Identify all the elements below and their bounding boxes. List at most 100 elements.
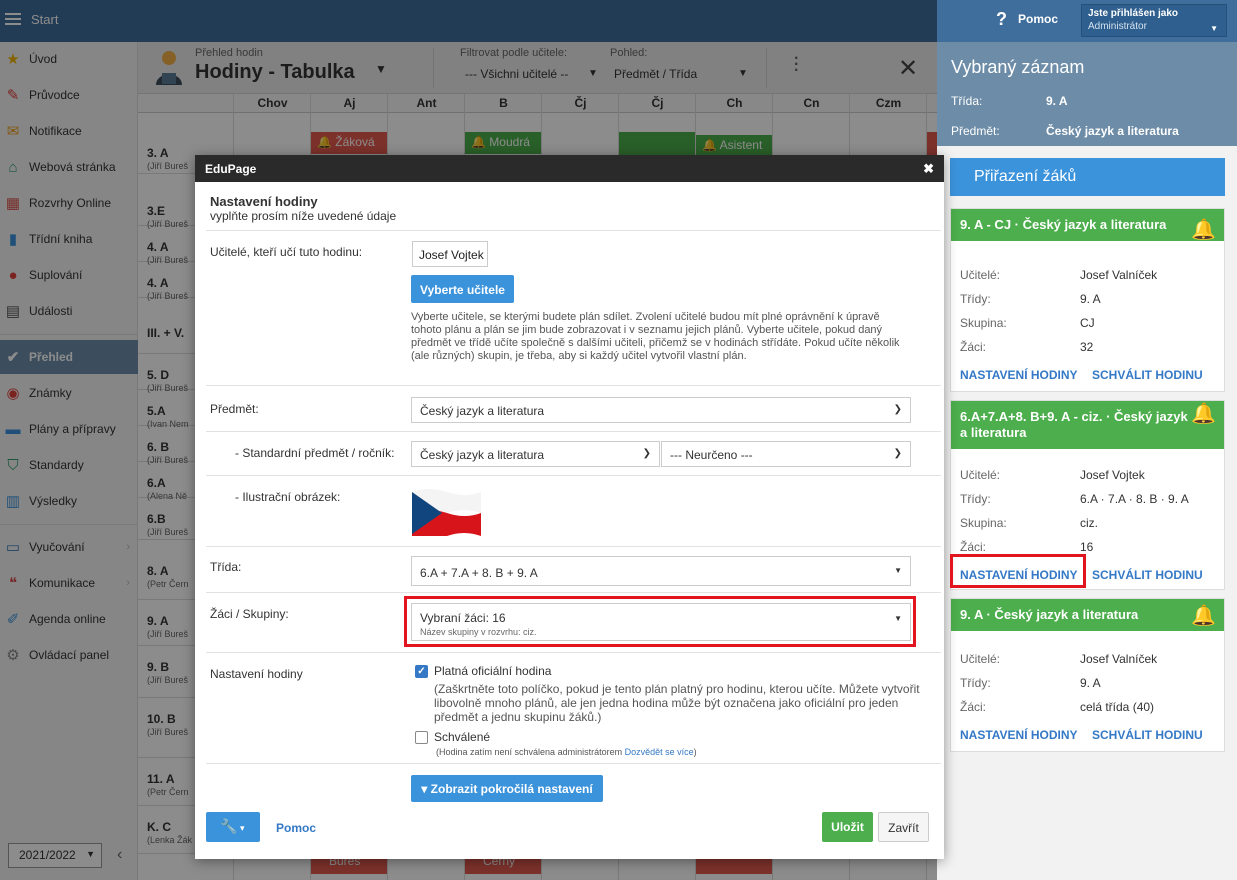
right-panel: Vybraný záznam Třída: 9. A Předmět: Česk…: [937, 42, 1237, 880]
lesson-card: 9. A · Český jazyk a literatura 🔔 Učitel…: [950, 598, 1225, 752]
card-key: Učitelé:: [960, 468, 1001, 482]
official-note: (Zaškrtněte toto políčko, pokud je tento…: [434, 682, 920, 724]
divider: [206, 475, 941, 476]
learn-more-link[interactable]: Dozvědět se více: [625, 747, 694, 757]
card-value: ciz.: [1080, 516, 1098, 530]
czech-flag-image[interactable]: [412, 486, 481, 536]
card-key: Skupina:: [960, 516, 1007, 530]
dialog-titlebar: EduPage ✖: [195, 155, 944, 182]
approved-note-text: (Hodina zatím není schválena administrát…: [436, 747, 623, 757]
official-checkbox[interactable]: ✓: [415, 665, 428, 678]
official-label: Platná oficiální hodina: [434, 664, 552, 678]
class-value: 9. A: [1046, 94, 1068, 108]
lesson-settings-link[interactable]: NASTAVENÍ HODINY: [960, 728, 1078, 742]
approved-checkbox[interactable]: [415, 731, 428, 744]
close-icon[interactable]: ✖: [923, 161, 934, 177]
approved-label: Schválené: [434, 730, 491, 744]
caret-down-icon: ▼: [894, 566, 902, 575]
divider: [206, 652, 941, 653]
std-subject-select[interactable]: Český jazyk a literatura ❯: [411, 441, 660, 467]
highlight-box: [950, 554, 1086, 588]
grade-select[interactable]: --- Neurčeno --- ❯: [661, 441, 911, 467]
save-button[interactable]: Uložit: [822, 812, 873, 842]
card-key: Žáci:: [960, 340, 987, 354]
assign-students-button[interactable]: Přiřazení žáků: [950, 158, 1225, 196]
card-value: 9. A: [1080, 292, 1101, 306]
teachers-label: Učitelé, kteří učí tuto hodinu:: [210, 245, 363, 259]
lesson-settings-link[interactable]: NASTAVENÍ HODINY: [960, 368, 1078, 382]
card-key: Učitelé:: [960, 268, 1001, 282]
caret-down-icon: ▾: [421, 782, 431, 796]
divider: [206, 592, 941, 593]
lesson-settings-label: Nastavení hodiny: [210, 667, 303, 681]
advanced-label: Zobrazit pokročilá nastavení: [430, 782, 593, 796]
std-subject-label: - Standardní předmět / ročník:: [235, 446, 395, 460]
card-key: Skupina:: [960, 316, 1007, 330]
approve-lesson-link[interactable]: SCHVÁLIT HODINU: [1092, 568, 1203, 582]
approve-lesson-link[interactable]: SCHVÁLIT HODINU: [1092, 728, 1203, 742]
choose-teachers-button[interactable]: Vyberte učitele: [411, 275, 514, 303]
card-key: Žáci:: [960, 540, 987, 554]
card-value: celá třída (40): [1080, 700, 1155, 714]
approved-note: (Hodina zatím není schválena administrát…: [436, 747, 697, 757]
teachers-note: Vyberte učitele, se kterými budete plán …: [411, 311, 900, 362]
divider: [206, 385, 941, 386]
user-line1: Jste přihlášen jako: [1088, 8, 1179, 19]
image-label: - Ilustrační obrázek:: [235, 490, 341, 504]
subject-key: Předmět:: [951, 124, 1000, 138]
divider: [206, 546, 941, 547]
subject-value: Český jazyk a literatura: [420, 404, 545, 418]
lesson-card: 9. A - CJ · Český jazyk a literatura 🔔 U…: [950, 208, 1225, 392]
class-label: Třída:: [210, 560, 242, 574]
grade-value: --- Neurčeno ---: [670, 448, 753, 462]
chevron-down-icon: ❯: [893, 404, 902, 415]
card-key: Třídy:: [960, 292, 991, 306]
card-title[interactable]: 9. A - CJ · Český jazyk a literatura: [951, 209, 1224, 241]
bell-icon[interactable]: 🔔: [1191, 401, 1216, 426]
card-key: Učitelé:: [960, 652, 1001, 666]
card-value: CJ: [1080, 316, 1095, 330]
subject-select[interactable]: Český jazyk a literatura ❯: [411, 397, 911, 423]
dialog-heading: Nastavení hodiny: [210, 194, 318, 209]
dialog-title: EduPage: [205, 162, 257, 176]
card-key: Třídy:: [960, 492, 991, 506]
dialog-subheading: vyplňte prosím níže uvedené údaje: [210, 209, 397, 223]
highlight-box: [404, 596, 916, 647]
question-icon[interactable]: ?: [996, 9, 1007, 30]
help-link[interactable]: Pomoc: [1018, 12, 1058, 26]
class-value: 6.A + 7.A + 8. B + 9. A: [420, 566, 538, 580]
class-select[interactable]: 6.A + 7.A + 8. B + 9. A ▼: [411, 556, 911, 586]
subject-label: Předmět:: [210, 402, 259, 416]
wrench-icon: 🔧: [220, 818, 238, 834]
panel-title: Vybraný záznam: [951, 57, 1085, 77]
card-value: Josef Valníček: [1080, 268, 1158, 282]
close-button[interactable]: Zavřít: [878, 812, 929, 842]
lesson-settings-dialog: EduPage ✖ Nastavení hodiny vyplňte prosí…: [195, 155, 944, 859]
bell-icon[interactable]: 🔔: [1191, 603, 1216, 628]
approve-lesson-link[interactable]: SCHVÁLIT HODINU: [1092, 368, 1203, 382]
card-value: 6.A · 7.A · 8. B · 9. A: [1080, 492, 1189, 506]
card-key: Třídy:: [960, 676, 991, 690]
caret-down-icon: ▼: [1210, 24, 1218, 33]
divider: [206, 230, 941, 231]
chevron-down-icon: ❯: [893, 448, 902, 459]
card-title[interactable]: 6.A+7.A+8. B+9. A - ciz. · Český jazyk a…: [951, 401, 1224, 449]
class-key: Třída:: [951, 94, 983, 108]
advanced-settings-button[interactable]: ▾ Zobrazit pokročilá nastavení: [411, 775, 603, 802]
card-key: Žáci:: [960, 700, 987, 714]
card-title[interactable]: 9. A · Český jazyk a literatura: [951, 599, 1224, 631]
bell-icon[interactable]: 🔔: [1191, 217, 1216, 242]
divider: [206, 763, 941, 764]
selected-record-header: Vybraný záznam Třída: 9. A Předmět: Česk…: [937, 42, 1237, 146]
divider: [206, 431, 941, 432]
tools-dropdown-button[interactable]: 🔧 ▾: [206, 812, 260, 842]
card-value: Josef Valníček: [1080, 652, 1158, 666]
chevron-down-icon: ❯: [642, 448, 651, 459]
user-role: Administrátor: [1088, 21, 1147, 32]
card-value: Josef Vojtek: [1080, 468, 1145, 482]
user-menu[interactable]: Jste přihlášen jako Administrátor ▼: [1081, 4, 1227, 37]
subject-value: Český jazyk a literatura: [1046, 124, 1179, 138]
teacher-chip[interactable]: Josef Vojtek: [412, 241, 488, 267]
help-link[interactable]: Pomoc: [276, 821, 316, 835]
students-label: Žáci / Skupiny:: [210, 607, 289, 621]
